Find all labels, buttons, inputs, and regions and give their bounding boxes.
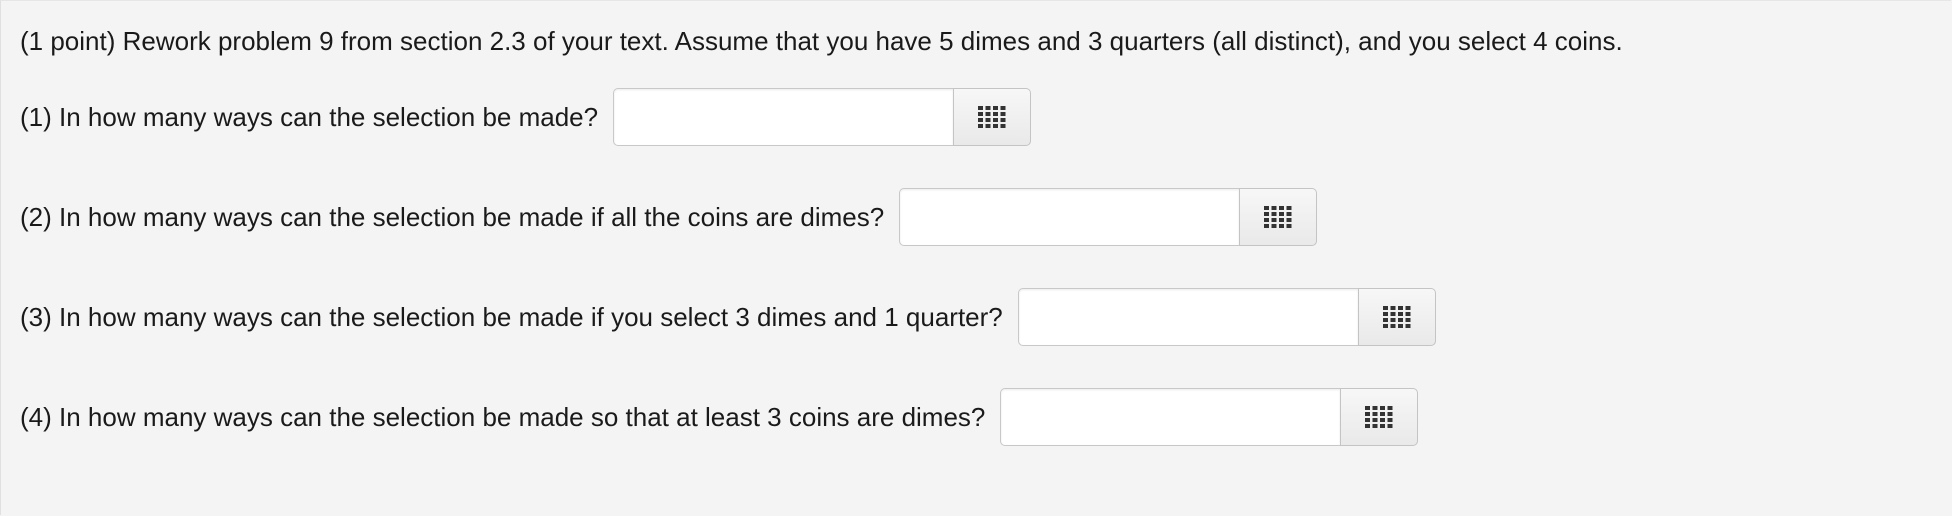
answer-input-4[interactable]: [1000, 388, 1341, 446]
problem-container: (1 point) Rework problem 9 from section …: [0, 0, 1951, 515]
problem-statement: (1 point) Rework problem 9 from section …: [20, 26, 1623, 56]
equation-palette-button-4[interactable]: [1340, 388, 1419, 446]
grid-icon: [1264, 206, 1292, 228]
question-4: (4) In how many ways can the selection b…: [20, 388, 1419, 446]
question-1-label: (1) In how many ways can the selection b…: [20, 102, 599, 132]
grid-icon: [1365, 406, 1393, 428]
answer-group-1: [613, 88, 1032, 146]
question-3: (3) In how many ways can the selection b…: [20, 288, 1436, 346]
equation-palette-button-2[interactable]: [1239, 188, 1318, 246]
answer-input-3[interactable]: [1017, 288, 1358, 346]
grid-icon: [1382, 306, 1411, 328]
answer-group-3: [1017, 288, 1436, 346]
grid-icon: [978, 106, 1006, 128]
question-4-label: (4) In how many ways can the selection b…: [20, 402, 986, 432]
answer-group-4: [1000, 388, 1419, 446]
equation-palette-button-1[interactable]: [953, 88, 1032, 146]
answer-input-1[interactable]: [613, 88, 954, 146]
answer-input-2[interactable]: [899, 188, 1240, 246]
question-2: (2) In how many ways can the selection b…: [20, 188, 1318, 246]
question-3-label: (3) In how many ways can the selection b…: [20, 302, 1003, 332]
answer-group-2: [899, 188, 1318, 246]
question-1: (1) In how many ways can the selection b…: [20, 88, 1032, 146]
equation-palette-button-3[interactable]: [1357, 288, 1436, 346]
question-2-label: (2) In how many ways can the selection b…: [20, 202, 885, 232]
